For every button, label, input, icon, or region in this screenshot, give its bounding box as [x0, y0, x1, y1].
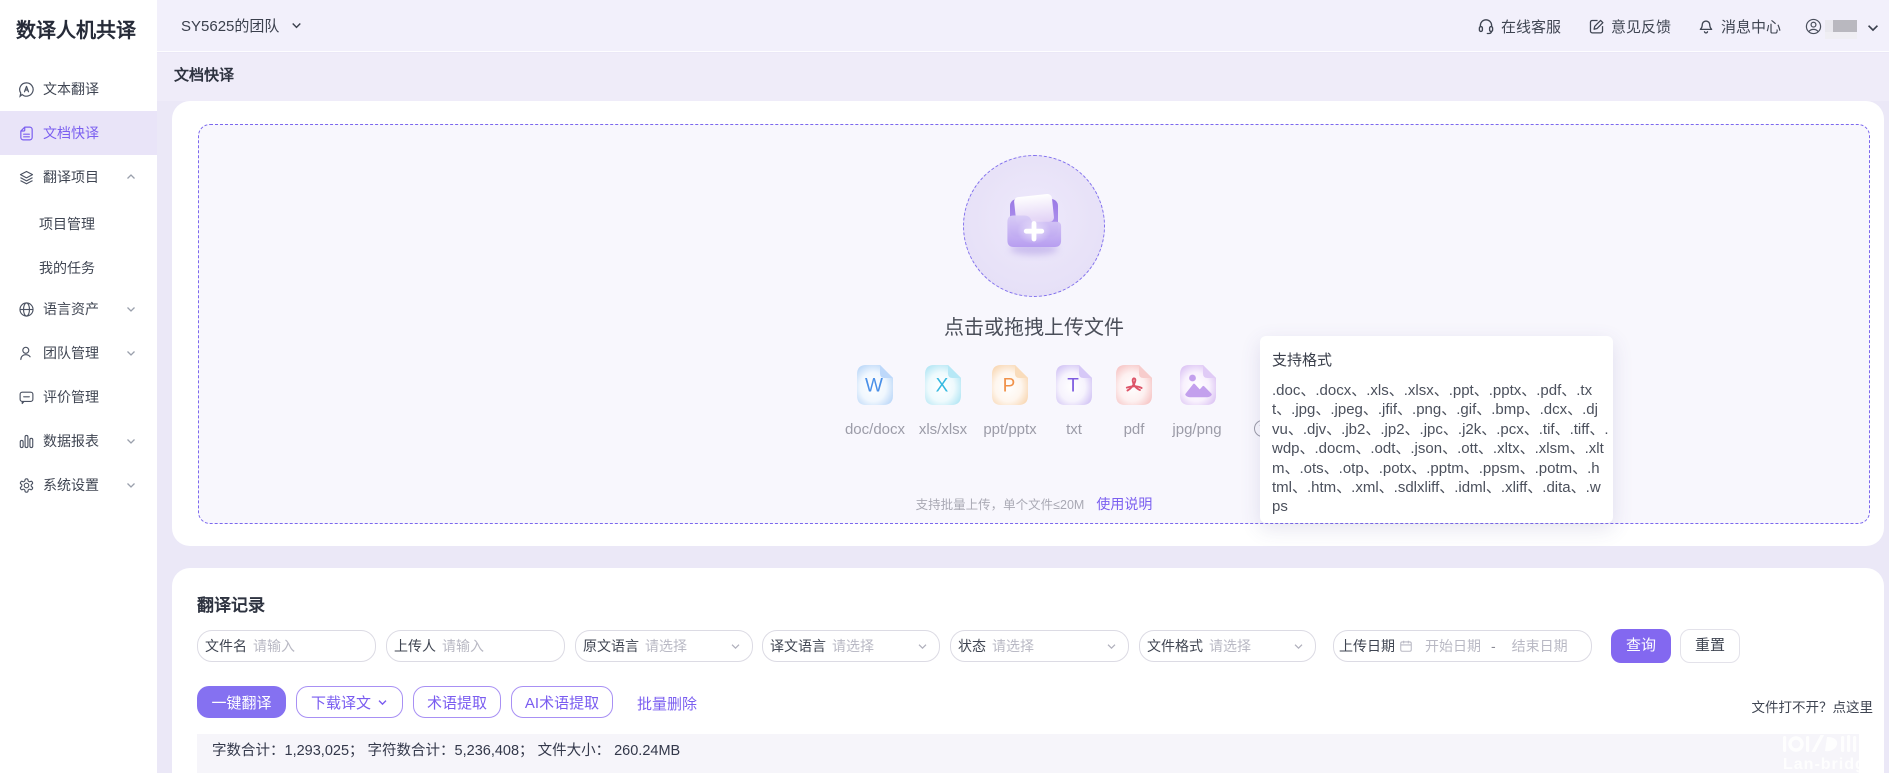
svg-text:P: P: [1003, 376, 1016, 397]
svg-text:T: T: [1067, 376, 1079, 397]
svg-text:W: W: [865, 376, 883, 397]
svg-text:Lan-bridg: Lan-bridg: [1783, 756, 1859, 773]
svg-text:X: X: [936, 376, 949, 397]
